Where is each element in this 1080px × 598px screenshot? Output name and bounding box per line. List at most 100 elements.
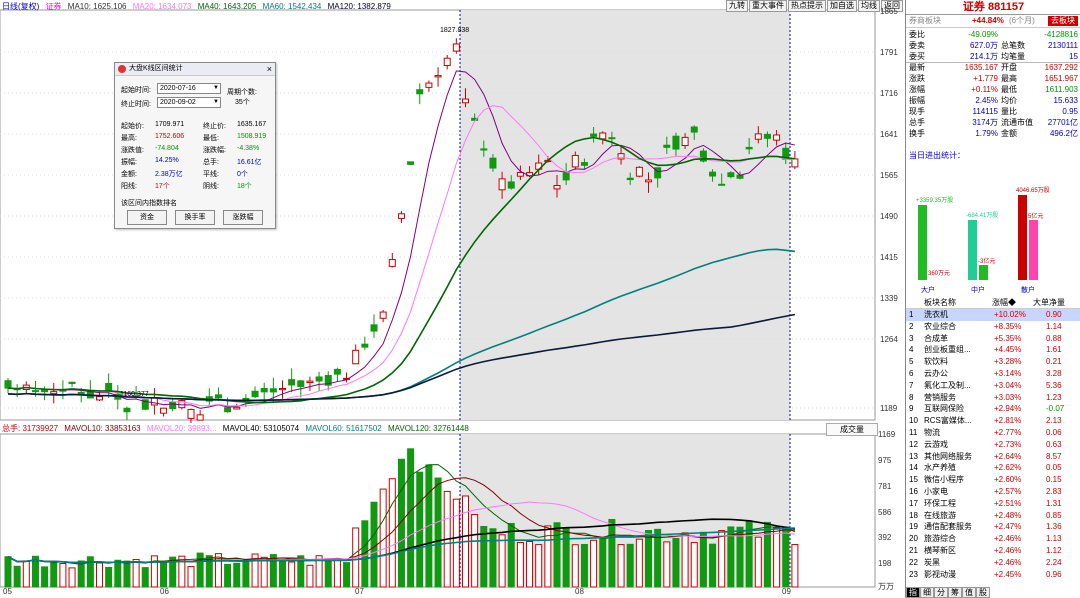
volume-bar (4, 556, 12, 588)
quote-value: +0.11% (971, 85, 998, 94)
sector-chg: +8.35% (994, 321, 1022, 331)
change-rank-button[interactable]: 涨跌幅 (223, 210, 263, 225)
major-events-button[interactable]: 重大事件 (749, 0, 787, 12)
jiuzhuan-button[interactable]: 九转 (726, 0, 748, 12)
sector-row[interactable]: 10 RCS富媒体... +2.81% 2.13 (906, 415, 1080, 427)
sector-row[interactable]: 2 农业综合 +8.35% 1.14 (906, 321, 1080, 333)
dialog-titlebar[interactable]: 大盘K线区间统计 × (115, 63, 275, 76)
sector-row[interactable]: 17 环保工程 +2.51% 1.31 (906, 498, 1080, 510)
tab-value[interactable]: 值 (962, 587, 976, 598)
sector-net: 0.96 (1046, 569, 1062, 579)
hot-tips-button[interactable]: 热点提示 (788, 0, 826, 12)
stat-value: 1709.971 (155, 121, 185, 128)
volume-bar (260, 556, 268, 588)
quote-label: 现手 (909, 107, 925, 116)
stat-value: -74.804 (155, 145, 179, 152)
sector-n: 16 (909, 487, 918, 496)
turnover-rank-button[interactable]: 换手率 (175, 210, 215, 225)
sector-row[interactable]: 5 软饮料 +3.28% 0.21 (906, 356, 1080, 368)
sector-row[interactable]: 18 在线旅游 +2.48% 0.85 (906, 510, 1080, 522)
start-date-select[interactable]: 2020-07-16 ▼ (157, 83, 221, 94)
x-tick: 06 (160, 587, 169, 596)
volume-legend: 总手: 31739927 MAVOL10: 33853163 MAVOL20: … (2, 423, 473, 434)
sector-n: 4 (909, 345, 914, 355)
sector-row[interactable]: 21 横琴新区 +2.46% 1.12 (906, 545, 1080, 557)
sector-chg: +2.46% (994, 534, 1022, 544)
stat-value: 1752.606 (155, 133, 185, 140)
vol-legend-item: 总手: 31739927 (2, 424, 59, 433)
go-sector-button[interactable]: 去板块 (1048, 16, 1078, 26)
sector-row[interactable]: 23 影视动漫 +2.45% 0.96 (906, 569, 1080, 581)
ma-legend-item: 证券 (45, 2, 62, 11)
volume-bar (498, 534, 506, 588)
quote-label: 最新 (909, 63, 925, 72)
col-name[interactable]: 板块名称 (924, 297, 956, 308)
sector-row[interactable]: 14 水产养殖 +2.62% 0.05 (906, 462, 1080, 474)
tab-chips[interactable]: 筹 (948, 587, 962, 598)
flow-pos-label: +3359.35万股 (916, 197, 953, 204)
sector-row[interactable]: 16 小家电 +2.57% 2.83 (906, 486, 1080, 498)
tab-index[interactable]: 指 (906, 587, 920, 598)
col-net[interactable]: 大单净量 (1033, 297, 1065, 308)
sector-row[interactable]: 1 洗衣机 +10.02% 0.90 (906, 309, 1080, 321)
sector-row[interactable]: 7 氟化工及制... +3.04% 5.36 (906, 380, 1080, 392)
quote-label: 金额 (1001, 129, 1017, 138)
sector-row[interactable]: 15 微信小程序 +2.60% 0.15 (906, 474, 1080, 486)
ma-button[interactable]: 均线 (858, 0, 880, 12)
end-date-select[interactable]: 2020-09-02 ▼ (157, 97, 221, 108)
vol-legend-item: MAVOL40: 53105074 (222, 424, 300, 433)
volume-indicator-select[interactable]: 成交量 (826, 423, 878, 436)
volume-bar (535, 544, 543, 588)
kline-chart-area[interactable]: 日线(复权) 证券 MA10: 1625.106 MA20: 1634.073 … (0, 0, 905, 598)
volume-bar (105, 566, 113, 588)
col-change[interactable]: 涨幅◆ (992, 297, 1016, 308)
price-tick: 1865 (880, 7, 898, 16)
sector-row[interactable]: 12 云游戏 +2.73% 0.63 (906, 439, 1080, 451)
volume-bar (709, 543, 717, 588)
add-watchlist-button[interactable]: 加自选 (827, 0, 857, 12)
vol-tick: 781 (878, 482, 892, 491)
sector-row[interactable]: 4 创业板重组... +4.45% 1.61 (906, 344, 1080, 356)
chevron-down-icon: ▼ (213, 85, 219, 91)
sector-row[interactable]: 19 通信配套服务 +2.47% 1.36 (906, 521, 1080, 533)
sector-n: 10 (909, 416, 918, 426)
sector-row[interactable]: 20 旅游综合 +2.46% 1.13 (906, 533, 1080, 545)
tab-minute[interactable]: 分 (934, 587, 948, 598)
tab-detail[interactable]: 细 (920, 587, 934, 598)
period-value: 35个 (235, 99, 250, 106)
quote-label: 委比 (909, 30, 925, 39)
sector-net: 0.06 (1046, 428, 1062, 437)
flow-name-label: 中户 (971, 285, 985, 294)
sector-row[interactable]: 8 营销服务 +3.03% 1.23 (906, 392, 1080, 404)
candle-body (306, 380, 314, 384)
volume-bar (132, 558, 140, 588)
panel-bottom-tabs: 指 细 分 筹 值 股 (906, 587, 1080, 598)
volume-bar (41, 566, 49, 588)
sector-row[interactable]: 3 合成革 +5.35% 0.88 (906, 333, 1080, 345)
quote-label: 均价 (1001, 96, 1017, 105)
tab-stocks[interactable]: 股 (976, 587, 990, 598)
sector-row[interactable]: 9 互联网保险 +2.94% -0.07 (906, 403, 1080, 415)
sector-row[interactable]: 6 云办公 +3.14% 3.28 (906, 368, 1080, 380)
sector-name: 营销服务 (924, 392, 956, 402)
sector-name: 微信小程序 (924, 475, 964, 485)
candle-body (599, 132, 607, 140)
interval-stats-dialog[interactable]: 大盘K线区间统计 × 起始时间: 2020-07-16 ▼ 终止时间: 2020-… (114, 62, 276, 229)
sector-chg: +2.94% (994, 404, 1022, 414)
candle-body (645, 179, 652, 183)
sector-row[interactable]: 22 炭黑 +2.46% 2.24 (906, 557, 1080, 569)
quote-row: 最新 1635.167 开盘 1637.292 (906, 62, 1080, 73)
capital-rank-button[interactable]: 资金 (127, 210, 167, 225)
close-icon[interactable]: × (267, 63, 272, 75)
volume-bar (306, 564, 314, 588)
flow-neg-label: -3亿元 (978, 257, 995, 265)
sector-row[interactable]: 11 物流 +2.77% 0.06 (906, 427, 1080, 439)
candle-body (397, 213, 405, 219)
sector-chg: +2.60% (994, 475, 1022, 485)
volume-bar (114, 559, 122, 588)
quote-row: 现手 114115 量比 0.95 (906, 106, 1080, 117)
sector-row[interactable]: 13 其他网络服务 +2.64% 8.57 (906, 451, 1080, 463)
volume-bar (343, 562, 351, 588)
volume-bar (553, 522, 561, 588)
start-time-label: 起始时间: (121, 87, 151, 94)
